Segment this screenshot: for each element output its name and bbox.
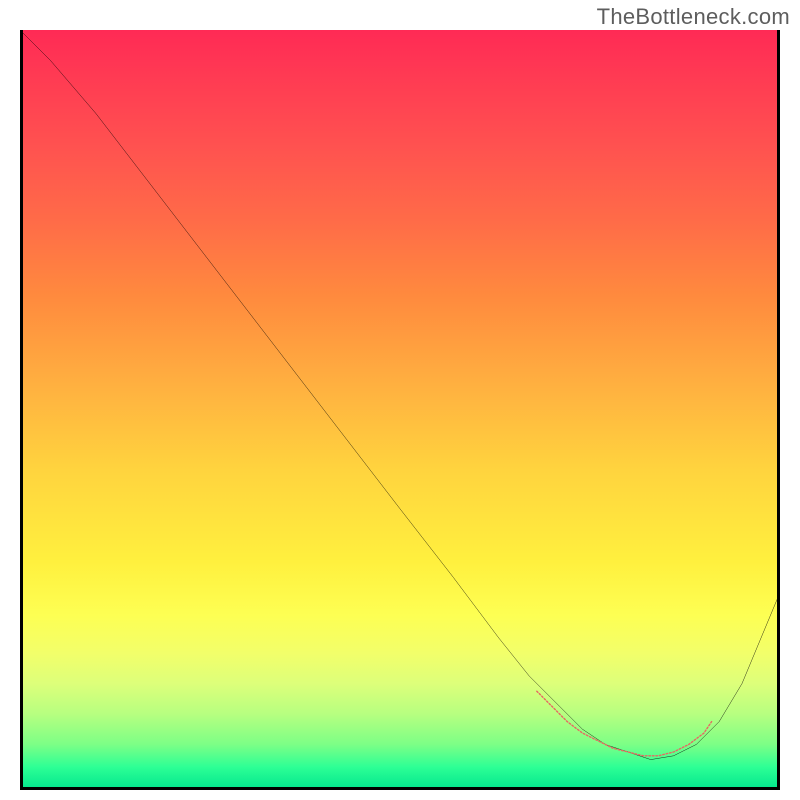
axis-right (777, 30, 780, 790)
optimal-range-markers (537, 691, 712, 756)
chart-canvas: TheBottleneck.com (0, 0, 800, 800)
bottleneck-curve (20, 30, 780, 760)
curve-layer (20, 30, 780, 790)
axis-bottom (20, 787, 780, 790)
axis-left (20, 30, 23, 790)
watermark-text: TheBottleneck.com (597, 4, 790, 30)
plot-area (20, 30, 780, 790)
